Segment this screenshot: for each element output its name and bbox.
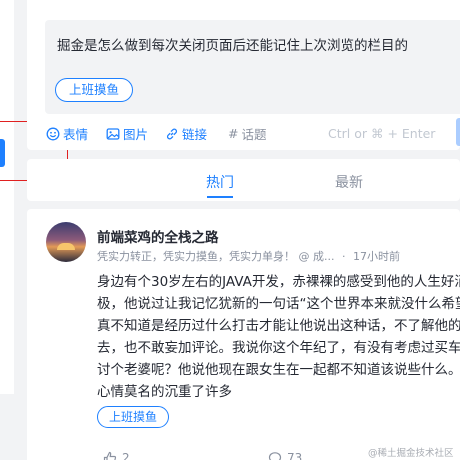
tab-active-underline xyxy=(207,196,233,198)
image-label: 图片 xyxy=(123,127,149,142)
avatar[interactable] xyxy=(46,222,86,262)
author-bio: 凭实力转正，凭实力摸鱼，凭实力单身！ xyxy=(97,250,295,263)
smile-icon xyxy=(46,127,60,140)
link-icon xyxy=(167,128,177,139)
submit-shortcut-hint: Ctrl or ⌘ + Enter xyxy=(328,126,436,141)
like-count: 2 xyxy=(122,451,130,460)
meta-separator: · xyxy=(342,250,346,263)
publish-button[interactable] xyxy=(456,118,460,146)
tab-hot[interactable]: 热门 xyxy=(206,172,234,192)
emoji-label: 表情 xyxy=(63,127,89,142)
comment-button[interactable]: 73 xyxy=(268,451,302,460)
content-line: 身边有个30岁左右的JAVA开发，赤裸裸的感受到他的人生好消 xyxy=(97,274,460,290)
post-time: 17小时前 xyxy=(353,250,400,263)
image-button[interactable]: 图片 xyxy=(106,124,148,143)
content-line: 心情莫名的沉重了许多 xyxy=(97,384,232,400)
topic-button[interactable]: # 话题 xyxy=(228,124,267,143)
composer-input[interactable]: 掘金是怎么做到每次关闭页面后还能记住上次浏览的栏目的 上班摸鱼 xyxy=(45,20,460,114)
post-meta: 凭实力转正，凭实力摸鱼，凭实力单身！ @ 成... · 17小时前 xyxy=(97,248,400,264)
watermark: @稀土掘金技术社区 xyxy=(368,448,454,459)
content-line: 讨个老婆呢？他说他现在跟女生在一起都不知道该说些什么。 xyxy=(97,362,460,378)
thumbs-up-icon xyxy=(103,451,117,460)
post-topic-tag[interactable]: 上班摸鱼 xyxy=(97,406,170,428)
content-line: 真不知道是经历过什么打击才能让他说出这种话，不了解他的过 xyxy=(97,318,460,334)
content-line: 去，也不敢妄加评论。我说你这个年纪了，有没有考虑过买车 xyxy=(97,340,460,356)
author-bio-more: @ 成... xyxy=(298,250,335,263)
hash-icon: # xyxy=(228,126,239,141)
feed-tabs: 热门 最新 xyxy=(27,159,460,201)
sidebar-active-indicator[interactable] xyxy=(0,139,5,167)
link-button[interactable]: 链接 xyxy=(165,124,207,143)
feed-post: 前端菜鸡的全栈之路 凭实力转正，凭实力摸鱼，凭实力单身！ @ 成... · 17… xyxy=(27,209,460,460)
image-icon xyxy=(106,127,120,140)
comment-count: 73 xyxy=(287,451,303,460)
like-button[interactable]: 2 xyxy=(103,451,130,460)
tab-latest[interactable]: 最新 xyxy=(335,172,363,192)
content-line: 极，他说过让我记忆犹新的一句话“这个世界本来就没什么希望 xyxy=(97,296,460,312)
left-sidebar xyxy=(0,0,14,394)
comment-icon xyxy=(268,452,282,460)
post-content[interactable]: 身边有个30岁左右的JAVA开发，赤裸裸的感受到他的人生好消 极，他说过让我记忆… xyxy=(97,271,460,403)
emoji-button[interactable]: 表情 xyxy=(46,124,88,143)
composer-text: 掘金是怎么做到每次关闭页面后还能记住上次浏览的栏目的 xyxy=(57,38,408,54)
author-name[interactable]: 前端菜鸡的全栈之路 xyxy=(97,226,219,246)
composer-topic-tag[interactable]: 上班摸鱼 xyxy=(55,78,134,102)
link-label: 链接 xyxy=(182,127,208,142)
topic-label: 话题 xyxy=(241,127,267,142)
